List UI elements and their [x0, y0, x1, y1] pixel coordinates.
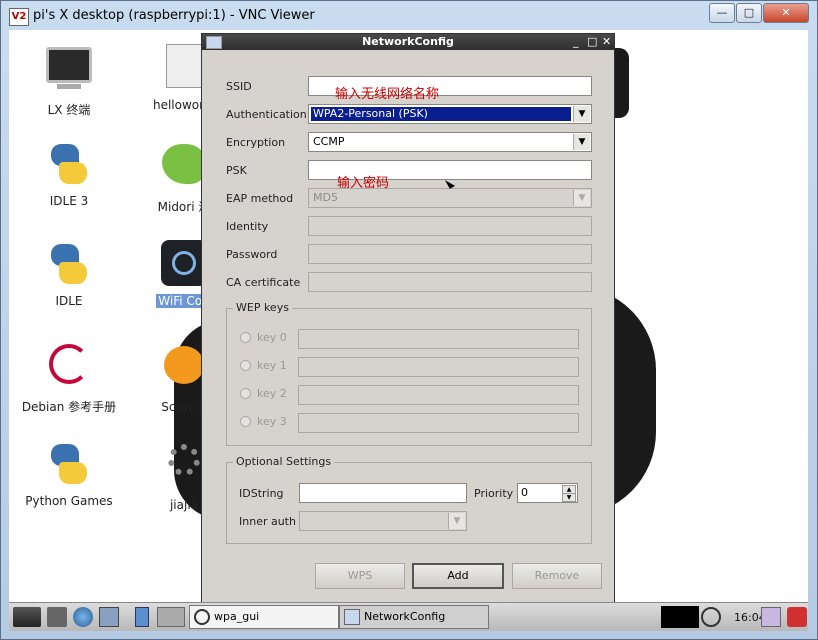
wep-key1-label: key 1	[257, 359, 287, 372]
desktop-icon-lxterminal[interactable]: LX 终端	[14, 42, 124, 118]
inner-auth-label: Inner auth	[239, 515, 296, 528]
desktop-icon-idle[interactable]: IDLE	[14, 240, 124, 308]
python-icon	[45, 440, 93, 488]
wep-key3-label: key 3	[257, 415, 287, 428]
taskbar-item-label: wpa_gui	[214, 610, 260, 623]
password-input[interactable]	[308, 244, 592, 264]
wep-key2-radio[interactable]	[240, 388, 251, 399]
inner-auth-select[interactable]: ▼	[299, 511, 467, 531]
desktop-icon-label: IDLE	[55, 294, 83, 308]
lxde-taskbar: wpa_gui NetworkConfig 16:04	[9, 602, 808, 631]
wps-button[interactable]: WPS	[315, 563, 405, 589]
screen-lock-icon[interactable]	[761, 607, 781, 627]
power-icon[interactable]	[787, 607, 807, 627]
taskbar-item-wpa-gui[interactable]: wpa_gui	[189, 605, 339, 629]
dialog-titlebar[interactable]: NetworkConfig _ □ ✕	[202, 34, 614, 50]
desktop-icon-label: LX 终端	[47, 103, 91, 117]
wep-key3-input[interactable]	[298, 413, 579, 433]
desktop-icon-label: Debian 参考手册	[21, 400, 117, 414]
terminal-icon	[45, 47, 93, 95]
chevron-down-icon[interactable]: ▼	[573, 134, 590, 150]
minimize-button[interactable]: —	[709, 3, 735, 23]
encryption-select[interactable]: CCMP ▼	[308, 132, 592, 152]
vnc-titlebar[interactable]: V2 pi's X desktop (raspberrypi:1) - VNC …	[1, 1, 817, 31]
desktop-pager-icon[interactable]	[157, 607, 185, 627]
chevron-down-icon[interactable]: ▼	[448, 513, 465, 529]
vnc-window-title: pi's X desktop (raspberrypi:1) - VNC Vie…	[33, 8, 315, 23]
window-icon	[344, 609, 360, 625]
chevron-down-icon[interactable]: ▼	[573, 106, 590, 122]
idstring-label: IDString	[239, 487, 284, 500]
windows-icon[interactable]	[99, 607, 119, 627]
psk-label: PSK	[226, 164, 247, 177]
eap-method-value: MD5	[313, 191, 338, 204]
authentication-select[interactable]: WPA2-Personal (PSK) ▼	[308, 104, 592, 124]
desktop-icon-debian-reference[interactable]: Debian 参考手册	[14, 342, 124, 415]
desktop-icon-label: Python Games	[25, 494, 113, 508]
encryption-label: Encryption	[226, 136, 286, 149]
taskbar-item-networkconfig[interactable]: NetworkConfig	[339, 605, 489, 629]
wep-key2-input[interactable]	[298, 385, 579, 405]
wep-key0-input[interactable]	[298, 329, 579, 349]
eap-method-label: EAP method	[226, 192, 294, 205]
desktop-icon-label: IDLE 3	[49, 194, 89, 208]
authentication-label: Authentication	[226, 108, 307, 121]
menu-icon[interactable]	[13, 607, 41, 627]
wep-key2-label: key 2	[257, 387, 287, 400]
authentication-value: WPA2-Personal (PSK)	[311, 107, 571, 121]
file-manager-icon[interactable]	[47, 607, 67, 627]
optional-settings-group	[226, 462, 592, 544]
wep-keys-group-title: WEP keys	[233, 301, 292, 314]
wep-key1-input[interactable]	[298, 357, 579, 377]
wep-key0-radio[interactable]	[240, 332, 251, 343]
desktop-icon-python-games[interactable]: Python Games	[14, 440, 124, 508]
ca-certificate-input[interactable]	[308, 272, 592, 292]
identity-label: Identity	[226, 220, 269, 233]
add-button[interactable]: Add	[412, 563, 504, 589]
chevron-down-icon[interactable]: ▼	[573, 190, 590, 206]
dialog-maximize-button[interactable]: □	[587, 35, 597, 48]
remove-button[interactable]: Remove	[512, 563, 602, 589]
wifi-icon[interactable]	[701, 607, 721, 627]
taskbar-item-label: NetworkConfig	[364, 610, 446, 623]
dialog-minimize-button[interactable]: _	[573, 35, 579, 48]
wep-key0-label: key 0	[257, 331, 287, 344]
desktop-icon-idle3[interactable]: IDLE 3	[14, 140, 124, 208]
wep-key3-radio[interactable]	[240, 416, 251, 427]
wifi-icon	[194, 609, 210, 625]
ssid-hint-annotation: 输入无线网络名称	[335, 87, 440, 102]
dialog-close-button[interactable]: ✕	[602, 35, 611, 48]
dialog-title: NetworkConfig	[362, 35, 454, 48]
vnc-logo-icon: V2	[9, 8, 29, 26]
desktop-icon-label: jiajia	[169, 498, 199, 512]
ca-certificate-label: CA certificate	[226, 276, 301, 289]
network-config-dialog: NetworkConfig _ □ ✕ SSID 输入无线网络名称 Authen…	[201, 33, 615, 603]
network-monitor-graph	[661, 606, 699, 628]
debian-icon	[45, 344, 93, 392]
ssid-label: SSID	[226, 80, 252, 93]
spin-down-icon[interactable]: ▼	[562, 493, 576, 502]
browser-icon[interactable]	[73, 607, 93, 627]
close-button[interactable]: ✕	[763, 3, 809, 23]
wep-key1-radio[interactable]	[240, 360, 251, 371]
optional-settings-group-title: Optional Settings	[233, 455, 335, 468]
maximize-button[interactable]: □	[736, 3, 762, 23]
desktop-pager-active-icon[interactable]	[135, 607, 149, 627]
eap-method-select[interactable]: MD5 ▼	[308, 188, 592, 208]
python-icon	[45, 140, 93, 188]
encryption-value: CCMP	[313, 135, 345, 148]
python-icon	[45, 240, 93, 288]
password-label: Password	[226, 248, 278, 261]
priority-label: Priority	[474, 487, 514, 500]
idstring-input[interactable]	[299, 483, 467, 503]
identity-input[interactable]	[308, 216, 592, 236]
